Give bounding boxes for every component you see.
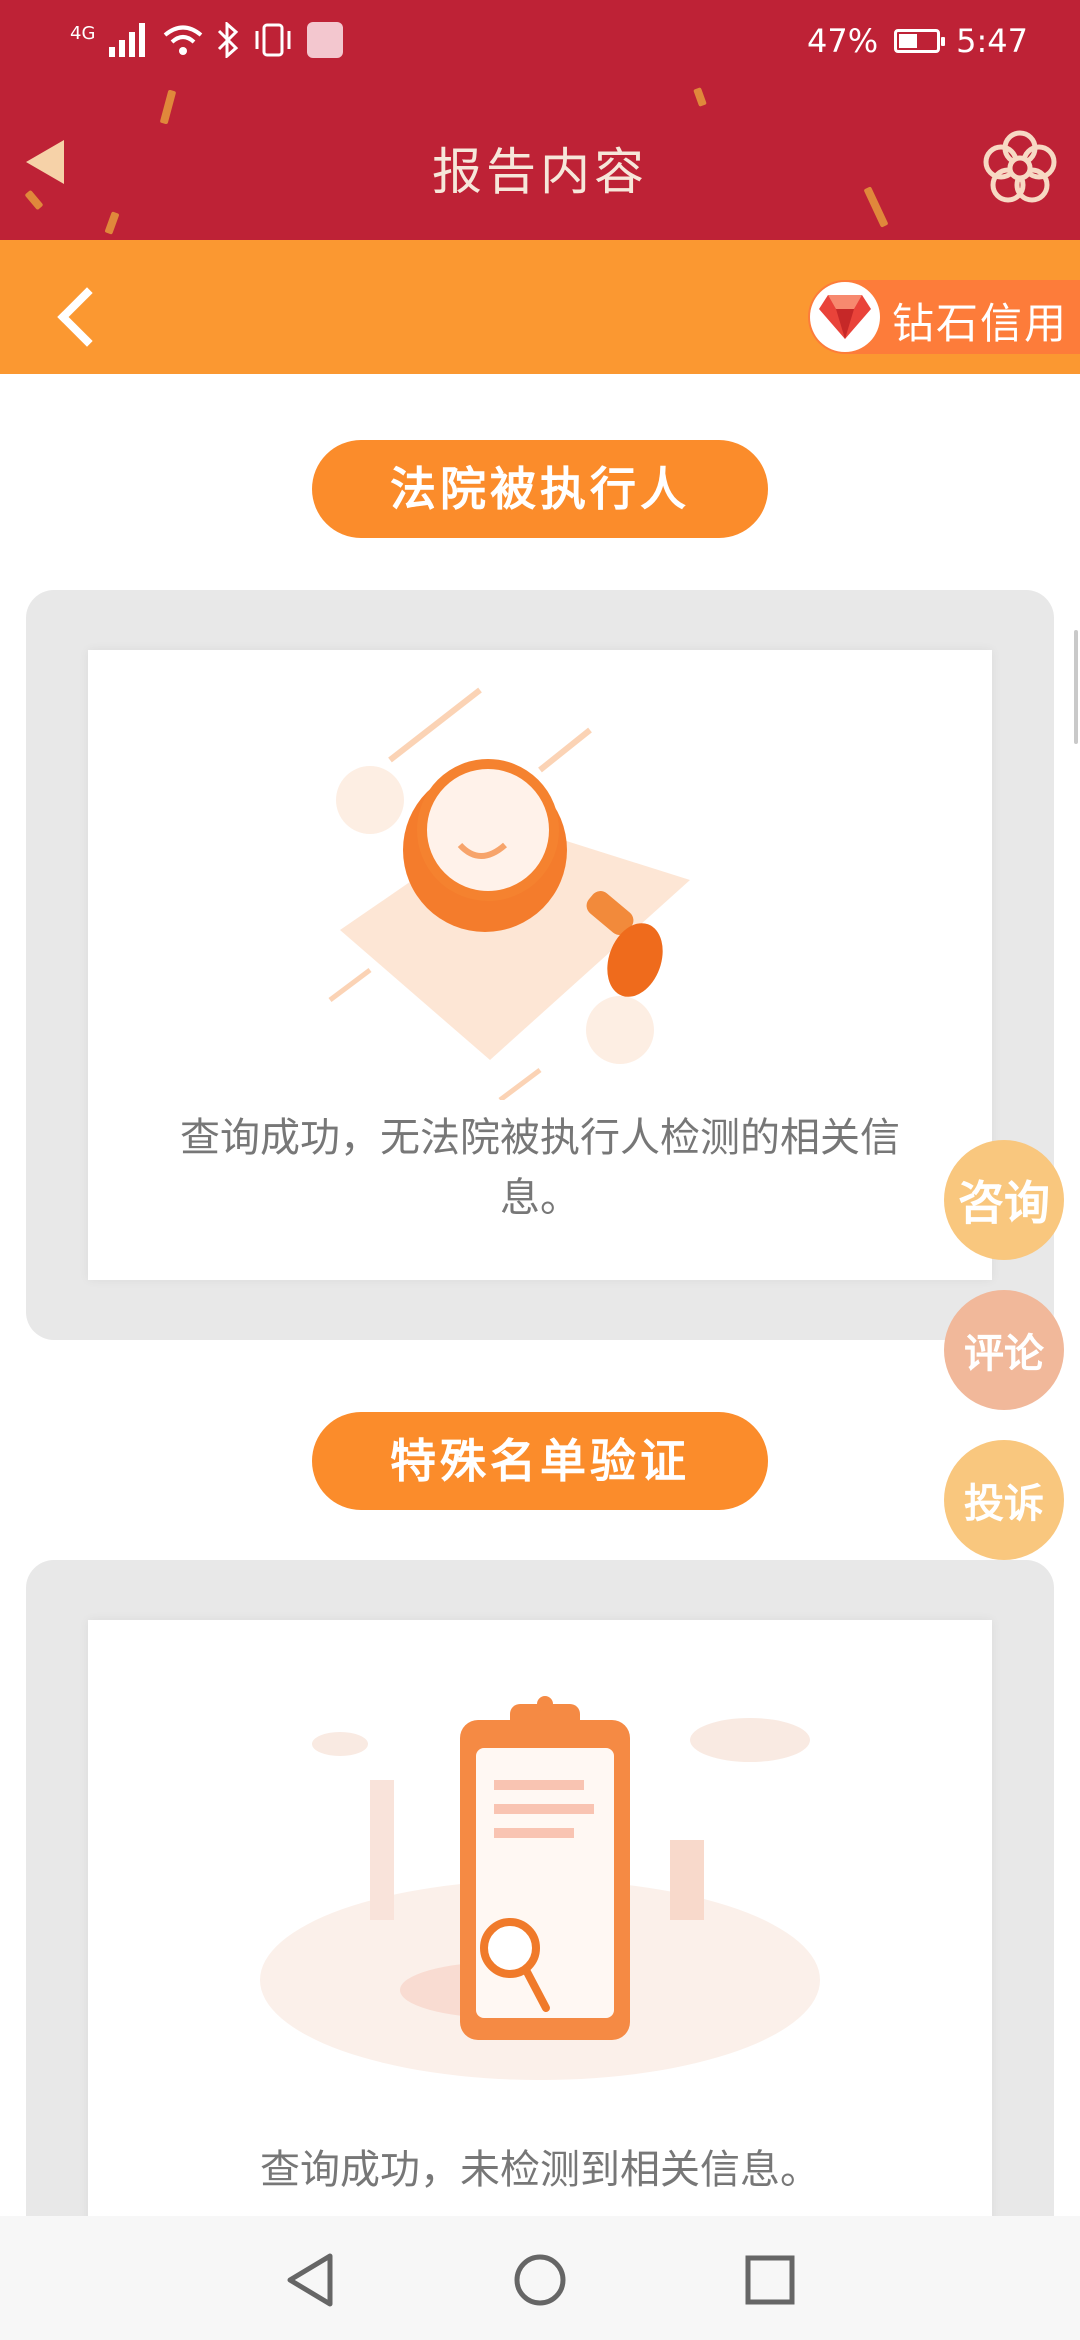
- bluetooth-icon: [218, 22, 239, 58]
- nav-back-icon[interactable]: [284, 2252, 336, 2308]
- battery-icon: [894, 29, 946, 53]
- consult-button[interactable]: 咨询: [944, 1140, 1064, 1260]
- system-navigation-bar: [0, 2216, 1080, 2340]
- section-title-special-list: 特殊名单验证: [312, 1412, 768, 1510]
- signal-icon: [109, 23, 146, 57]
- confetti-decoration: [104, 211, 120, 235]
- court-result-text: 查询成功，无法院被执行人检测的相关信息。: [180, 1115, 900, 1221]
- diamond-credit-label: 钻石信用: [892, 299, 1069, 348]
- complaint-label: 投诉: [964, 1481, 1044, 1527]
- scrollbar[interactable]: [1074, 630, 1078, 744]
- battery-percent: 47%: [807, 22, 879, 60]
- vibrate-icon: [255, 23, 291, 57]
- section-title-court-enforcement: 法院被执行人: [312, 440, 768, 538]
- special-list-result-text: 查询成功，未检测到相关信息。: [260, 2147, 820, 2193]
- comment-button[interactable]: 评论: [944, 1290, 1064, 1410]
- confetti-decoration: [159, 89, 177, 125]
- comment-label: 评论: [964, 1331, 1044, 1377]
- magnifier-illustration-icon: [328, 687, 690, 1100]
- complaint-button[interactable]: 投诉: [944, 1440, 1064, 1560]
- confetti-decoration: [693, 87, 707, 107]
- flower-icon[interactable]: [980, 128, 1060, 208]
- status-bar: 4G 47% 5:47: [0, 0, 1080, 90]
- wifi-icon: [164, 25, 203, 55]
- clipboard-illustration-icon: [260, 1696, 820, 2080]
- diamond-icon: [810, 282, 880, 352]
- app-notification-icon: [307, 22, 344, 58]
- page-title: 报告内容: [432, 143, 648, 201]
- clock: 5:47: [956, 22, 1028, 60]
- network-label: 4G: [70, 22, 96, 44]
- app-header: 4G 47% 5:47 报告内容: [0, 0, 1080, 240]
- nav-recents-icon[interactable]: [744, 2254, 796, 2306]
- consult-label: 咨询: [958, 1176, 1050, 1230]
- nav-home-icon[interactable]: [512, 2252, 568, 2308]
